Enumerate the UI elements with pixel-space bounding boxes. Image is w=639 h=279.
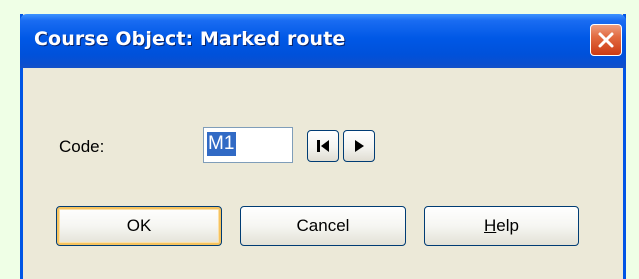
- next-record-button[interactable]: [343, 130, 375, 162]
- close-icon: [598, 32, 614, 48]
- code-input[interactable]: M1: [203, 127, 293, 163]
- help-button-label: elp: [496, 216, 519, 235]
- skip-to-first-icon: [317, 140, 329, 152]
- code-label: Code:: [59, 137, 105, 156]
- dialog-body: Code: M1 OK Cancel Help: [23, 68, 623, 279]
- help-mnemonic: H: [484, 216, 497, 235]
- help-button[interactable]: Help: [424, 206, 579, 246]
- course-object-dialog: Course Object: Marked route Code: M1 OK …: [20, 14, 626, 279]
- cancel-button[interactable]: Cancel: [240, 206, 406, 246]
- play-next-icon: [355, 140, 364, 152]
- close-button[interactable]: [590, 24, 622, 56]
- title-bar[interactable]: Course Object: Marked route: [20, 14, 626, 68]
- ok-button-label: OK: [126, 216, 152, 235]
- ok-button[interactable]: OK: [56, 206, 222, 246]
- cancel-button-label: Cancel: [296, 216, 350, 235]
- first-record-button[interactable]: [307, 130, 339, 162]
- window-title: Course Object: Marked route: [34, 28, 346, 50]
- screen-background: Course Object: Marked route Code: M1 OK …: [0, 0, 639, 279]
- code-input-value: M1: [207, 132, 237, 156]
